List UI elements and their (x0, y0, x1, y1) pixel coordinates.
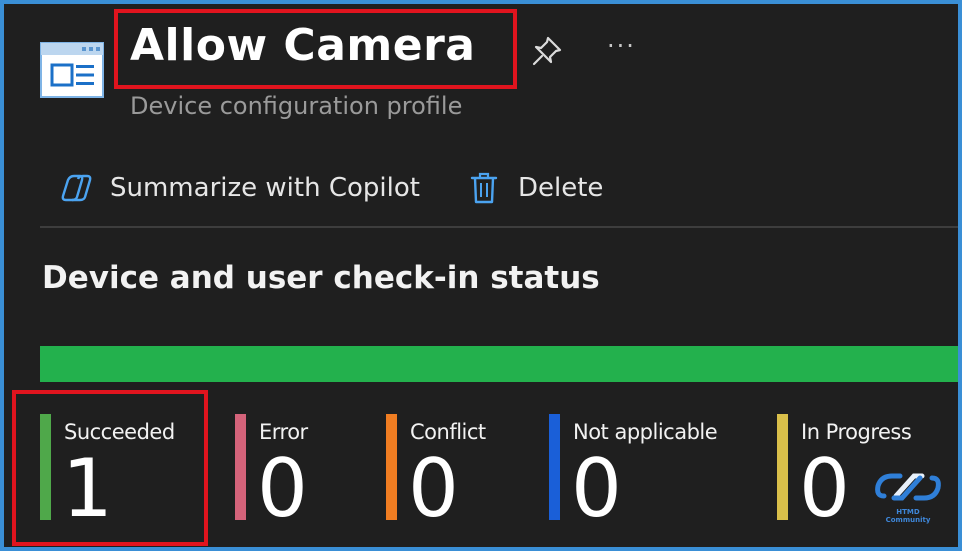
tile-error-stripe (235, 414, 246, 520)
intune-profile-blade: Allow Camera ··· Device configuration pr… (4, 4, 958, 547)
more-options-icon[interactable]: ··· (607, 32, 636, 60)
copilot-button-label: Summarize with Copilot (110, 173, 420, 203)
tile-conflict-label: Conflict (410, 420, 486, 444)
tile-not-applicable-label: Not applicable (573, 420, 718, 444)
page-subtitle: Device configuration profile (130, 92, 463, 120)
page-title: Allow Camera (130, 20, 476, 71)
tile-succeeded-value: 1 (62, 442, 113, 535)
tile-in-progress-value: 0 (799, 442, 850, 535)
delete-button-label: Delete (518, 173, 604, 203)
tile-in-progress-label: In Progress (801, 420, 912, 444)
tile-succeeded-stripe (40, 414, 51, 520)
tile-conflict-value: 0 (408, 442, 459, 535)
check-in-status-heading: Device and user check-in status (42, 260, 600, 296)
pin-icon[interactable] (530, 34, 564, 68)
summarize-with-copilot-button[interactable]: Summarize with Copilot (58, 168, 420, 208)
tile-in-progress-stripe (777, 414, 788, 520)
watermark-text: HTMD Community (885, 508, 931, 524)
tile-conflict-stripe (386, 414, 397, 520)
trash-icon (470, 172, 498, 204)
status-bar-succeeded-fill (40, 346, 958, 382)
tile-error-label: Error (259, 420, 308, 444)
tile-not-applicable-value: 0 (571, 442, 622, 535)
command-bar-divider (40, 226, 958, 228)
tile-succeeded-label: Succeeded (64, 420, 175, 444)
check-in-status-bar (40, 346, 958, 382)
copilot-icon (61, 174, 92, 202)
htmd-logo-icon (875, 473, 941, 501)
delete-button[interactable]: Delete (466, 168, 603, 208)
tile-not-applicable-stripe (549, 414, 560, 520)
tile-error-value: 0 (257, 442, 308, 535)
device-profile-icon (40, 42, 104, 98)
htmd-watermark-logo: HTMD Community (874, 466, 942, 524)
